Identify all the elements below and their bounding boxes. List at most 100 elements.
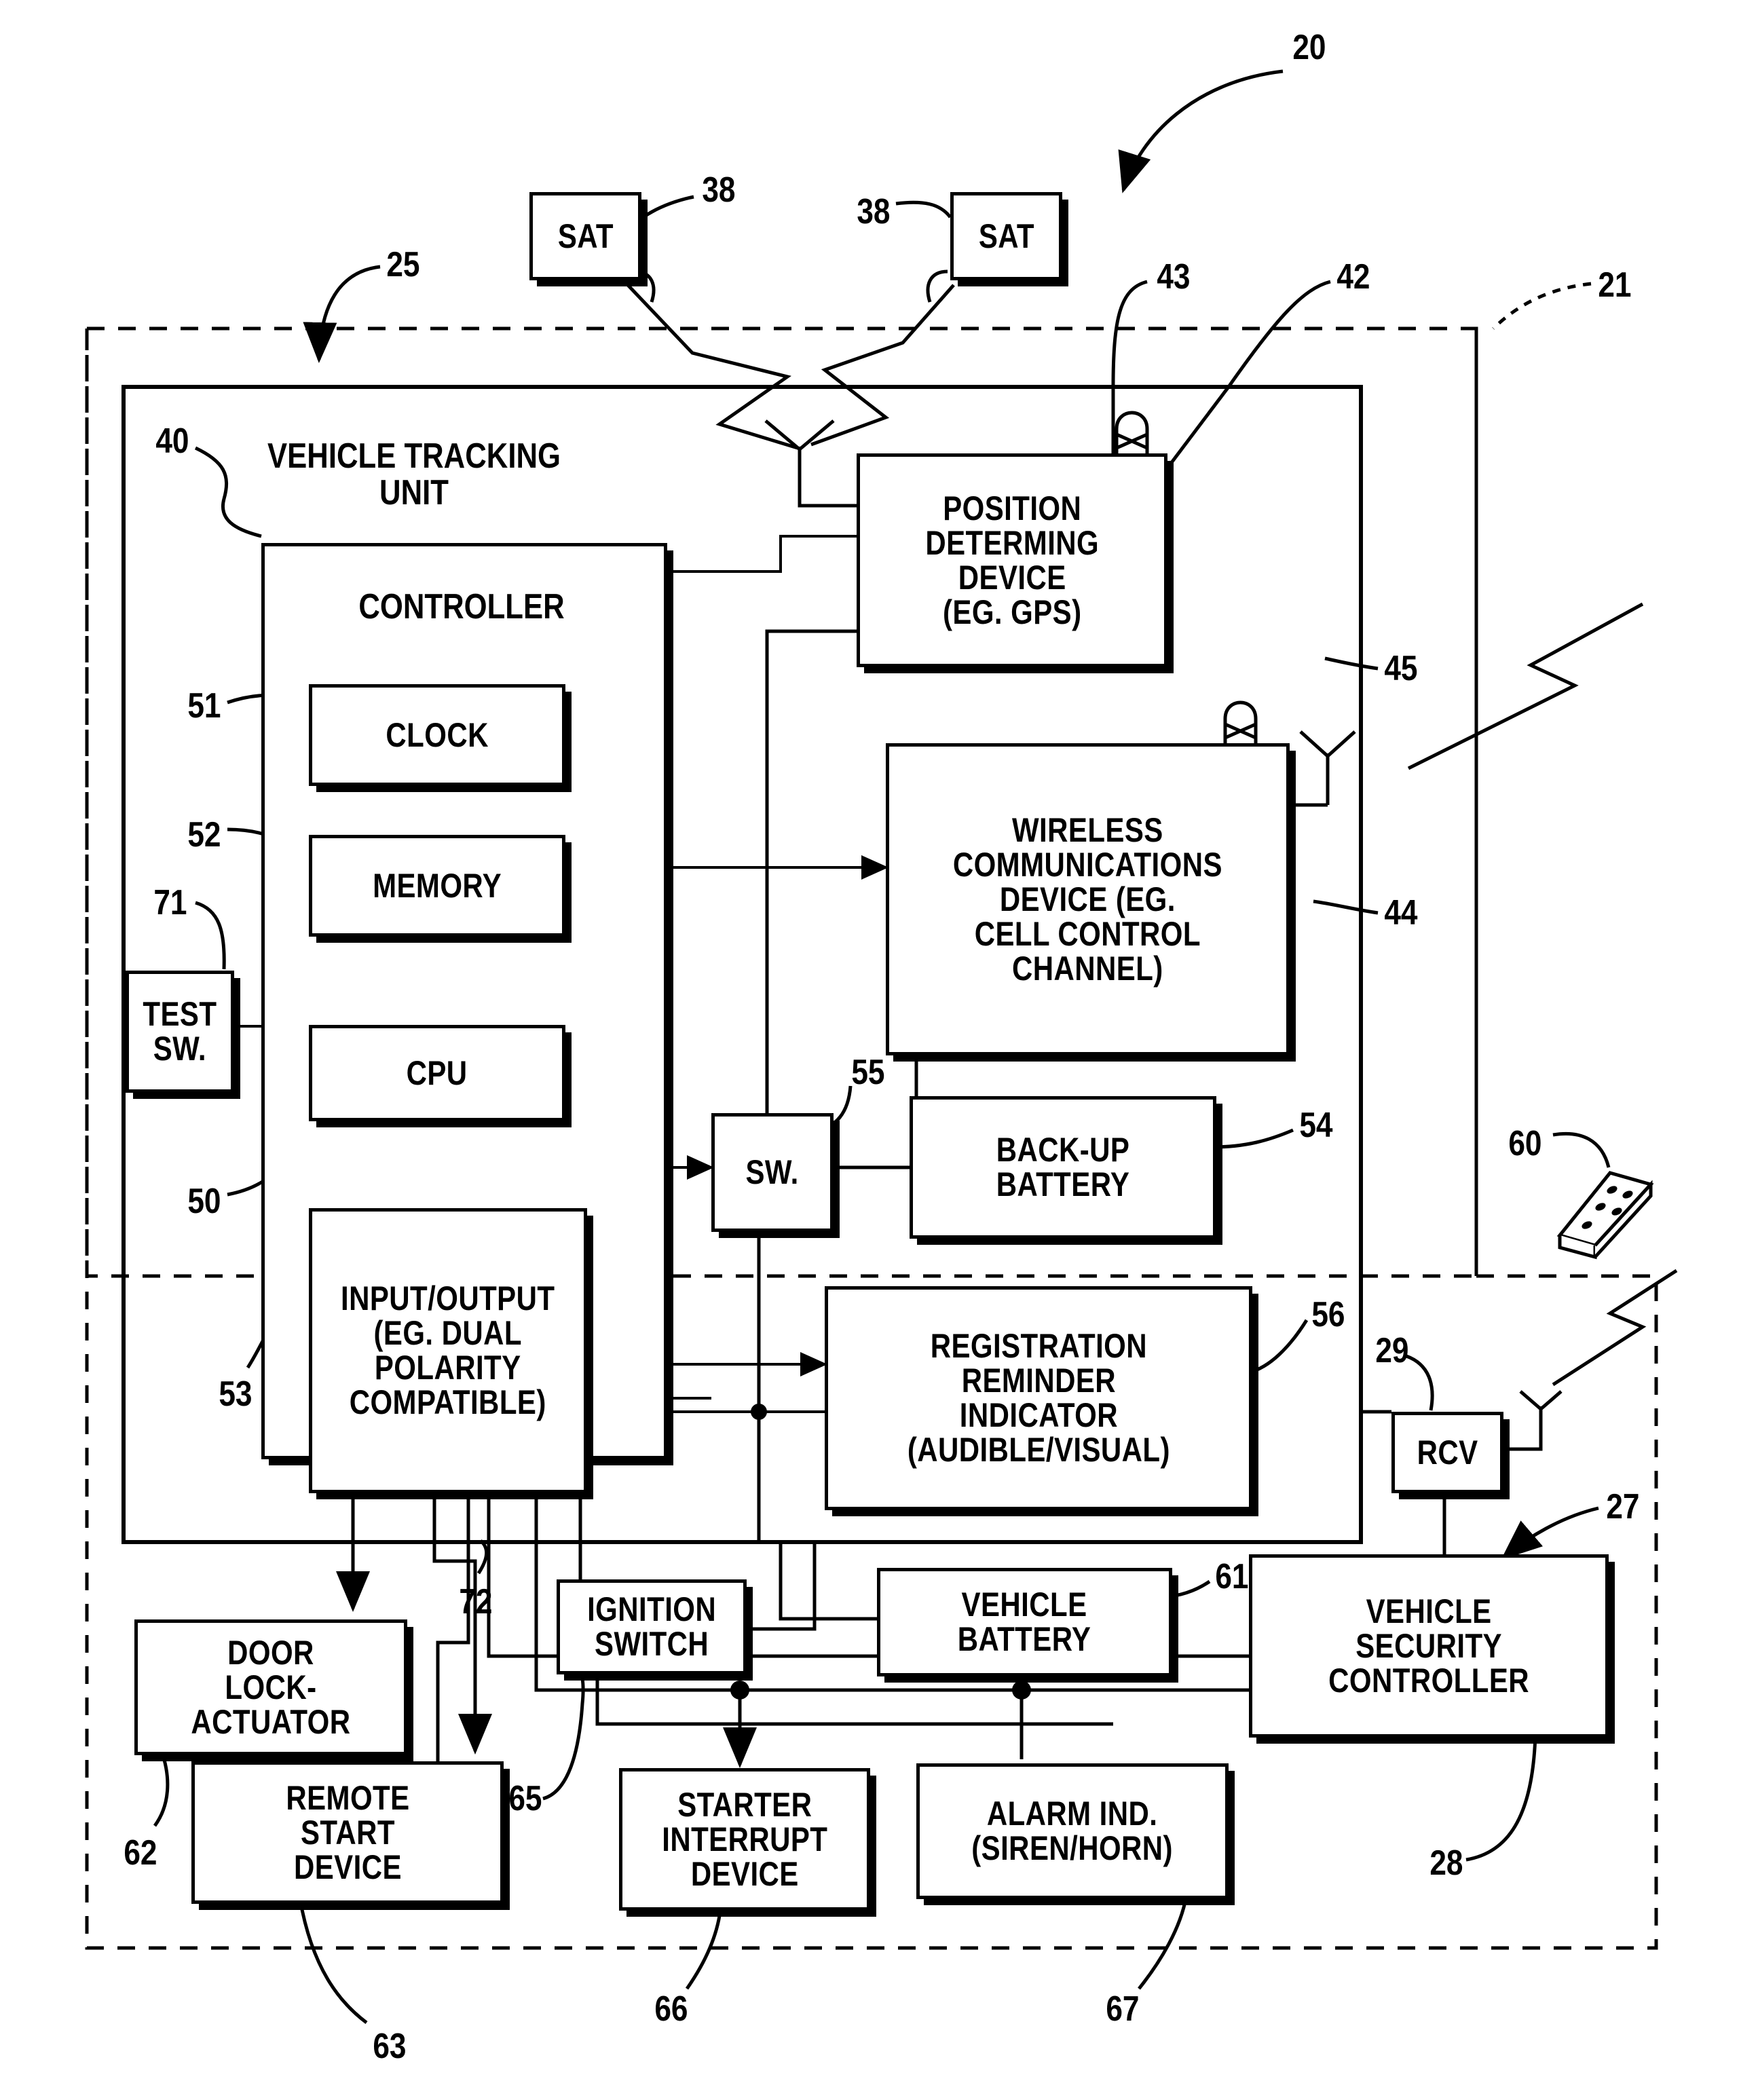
sat-left-box: SAT bbox=[529, 192, 641, 280]
registration-reminder-indicator-box: REGISTRATION REMINDER INDICATOR (AUDIBLE… bbox=[825, 1286, 1252, 1510]
clock-box: CLOCK bbox=[309, 684, 565, 786]
leader-25 bbox=[303, 265, 381, 363]
ref-28: 28 bbox=[1429, 1843, 1463, 1883]
ref-38-left: 38 bbox=[702, 170, 736, 210]
remote-fob-icon bbox=[1556, 1171, 1654, 1260]
cpu-box-label: CPU bbox=[407, 1053, 468, 1092]
leader-45 bbox=[1324, 656, 1379, 671]
vehicle-security-controller-box-label: VEHICLE SECURITY CONTROLLER bbox=[1328, 1592, 1529, 1700]
clock-box-label: CLOCK bbox=[386, 715, 489, 754]
sat-signal-left bbox=[626, 284, 798, 450]
leader-65 bbox=[542, 1657, 585, 1801]
power-switch-box-label: SW. bbox=[745, 1153, 800, 1191]
starter-interrupt-device-box: STARTER INTERRUPT DEVICE bbox=[619, 1768, 870, 1911]
cell-antenna-icon bbox=[1299, 730, 1356, 805]
leader-60 bbox=[1552, 1131, 1611, 1168]
ignition-switch-box: IGNITION SWITCH bbox=[557, 1579, 747, 1674]
ref-40: 40 bbox=[155, 421, 189, 461]
ref-29: 29 bbox=[1375, 1331, 1409, 1370]
leader-71 bbox=[195, 901, 226, 970]
sat-signal-right bbox=[810, 284, 955, 447]
memory-box: MEMORY bbox=[309, 835, 565, 937]
input-output-box: INPUT/OUTPUT (EG. DUAL POLARITY COMPATIB… bbox=[309, 1208, 587, 1493]
wireless-signal-45 bbox=[1407, 602, 1644, 770]
vehicle-tracking-unit-label: VEHICLE TRACKING UNIT bbox=[267, 436, 561, 513]
leader-42 bbox=[1161, 280, 1331, 476]
wireless-communications-device-box: WIRELESS COMMUNICATIONS DEVICE (EG. CELL… bbox=[886, 743, 1290, 1055]
rcv-antenna-icon bbox=[1519, 1390, 1563, 1412]
ref-43: 43 bbox=[1157, 257, 1191, 297]
ref-54: 54 bbox=[1299, 1106, 1333, 1145]
ref-21: 21 bbox=[1598, 265, 1632, 305]
remote-start-device-box-label: REMOTE START DEVICE bbox=[285, 1778, 410, 1886]
registration-reminder-indicator-box-label: REGISTRATION REMINDER INDICATOR (AUDIBLE… bbox=[907, 1327, 1170, 1469]
ignition-switch-box-label: IGNITION SWITCH bbox=[586, 1590, 717, 1663]
gps-antenna-icon bbox=[764, 419, 835, 475]
alarm-indicator-box-label: ALARM IND. (SIREN/HORN) bbox=[971, 1795, 1174, 1867]
leader-28 bbox=[1465, 1734, 1537, 1862]
leader-67 bbox=[1138, 1894, 1189, 1990]
starter-interrupt-device-box-label: STARTER INTERRUPT DEVICE bbox=[661, 1785, 828, 1893]
sat-right-box: SAT bbox=[950, 192, 1062, 280]
wire-pdd-left bbox=[711, 629, 857, 1129]
backup-battery-box: BACK-UP BATTERY bbox=[910, 1096, 1216, 1239]
ref-52: 52 bbox=[187, 815, 221, 855]
ref-66: 66 bbox=[654, 1989, 688, 2029]
backup-battery-box-label: BACK-UP BATTERY bbox=[996, 1131, 1130, 1203]
wire-vehbatt-left bbox=[779, 1542, 877, 1621]
junction-dot-1 bbox=[751, 1404, 767, 1420]
rcv-signal bbox=[1552, 1269, 1678, 1387]
leader-43 bbox=[1111, 280, 1148, 456]
sat-right-box-label: SAT bbox=[978, 217, 1034, 255]
ref-53: 53 bbox=[219, 1374, 253, 1414]
ref-51: 51 bbox=[187, 686, 221, 726]
ref-20: 20 bbox=[1292, 28, 1326, 67]
wireless-communications-device-box-label: WIRELESS COMMUNICATIONS DEVICE (EG. CELL… bbox=[952, 810, 1223, 988]
ref-67: 67 bbox=[1106, 1989, 1140, 2029]
leader-44 bbox=[1313, 899, 1379, 915]
memory-box-label: MEMORY bbox=[373, 866, 502, 905]
ref-44: 44 bbox=[1384, 893, 1418, 933]
leader-27 bbox=[1501, 1506, 1599, 1560]
test-switch-box: TEST SW. bbox=[126, 971, 234, 1093]
ref-62: 62 bbox=[124, 1833, 157, 1873]
receiver-box-label: RCV bbox=[1417, 1433, 1478, 1471]
vehicle-security-controller-box: VEHICLE SECURITY CONTROLLER bbox=[1249, 1554, 1609, 1738]
cpu-box: CPU bbox=[309, 1025, 565, 1121]
ref-72: 72 bbox=[459, 1582, 493, 1621]
leader-61 bbox=[1165, 1579, 1211, 1598]
leader-38-right bbox=[895, 200, 952, 219]
ref-25: 25 bbox=[386, 245, 420, 284]
ref-65: 65 bbox=[508, 1779, 542, 1818]
leader-29 bbox=[1406, 1354, 1434, 1411]
sat-left-box-label: SAT bbox=[557, 217, 614, 255]
alarm-indicator-box: ALARM IND. (SIREN/HORN) bbox=[916, 1763, 1229, 1899]
vehicle-battery-box: VEHICLE BATTERY bbox=[877, 1568, 1172, 1676]
position-determining-device-box-label: POSITION DETERMING DEVICE (EG. GPS) bbox=[925, 489, 1099, 631]
leader-54 bbox=[1212, 1128, 1294, 1149]
wire-io-72a bbox=[421, 1486, 470, 1809]
ref-61: 61 bbox=[1215, 1557, 1249, 1596]
controller-label: CONTROLLER bbox=[358, 586, 565, 626]
sat-curve-right bbox=[926, 269, 948, 303]
ref-27: 27 bbox=[1606, 1487, 1640, 1526]
remote-start-device-box: REMOTE START DEVICE bbox=[191, 1761, 504, 1904]
position-determining-device-box: POSITION DETERMING DEVICE (EG. GPS) bbox=[857, 453, 1167, 667]
ref-63: 63 bbox=[373, 2027, 407, 2066]
receiver-box: RCV bbox=[1391, 1412, 1503, 1493]
vehicle-battery-box-label: VEHICLE BATTERY bbox=[958, 1586, 1091, 1658]
leader-66 bbox=[685, 1905, 723, 1990]
test-switch-box-label: TEST SW. bbox=[143, 995, 217, 1068]
junction-dot-2 bbox=[1012, 1681, 1031, 1700]
leader-62 bbox=[153, 1750, 170, 1827]
wire-controller-pdd bbox=[636, 535, 857, 584]
ref-45: 45 bbox=[1384, 649, 1418, 688]
leader-56 bbox=[1248, 1319, 1309, 1374]
ref-71: 71 bbox=[153, 883, 187, 922]
ref-56: 56 bbox=[1311, 1295, 1345, 1334]
ref-38-right: 38 bbox=[857, 192, 891, 231]
ref-60: 60 bbox=[1508, 1124, 1542, 1163]
wire-ignition-bus bbox=[740, 1542, 817, 1631]
ref-50: 50 bbox=[187, 1182, 221, 1221]
input-output-box-label: INPUT/OUTPUT (EG. DUAL POLARITY COMPATIB… bbox=[341, 1279, 555, 1421]
